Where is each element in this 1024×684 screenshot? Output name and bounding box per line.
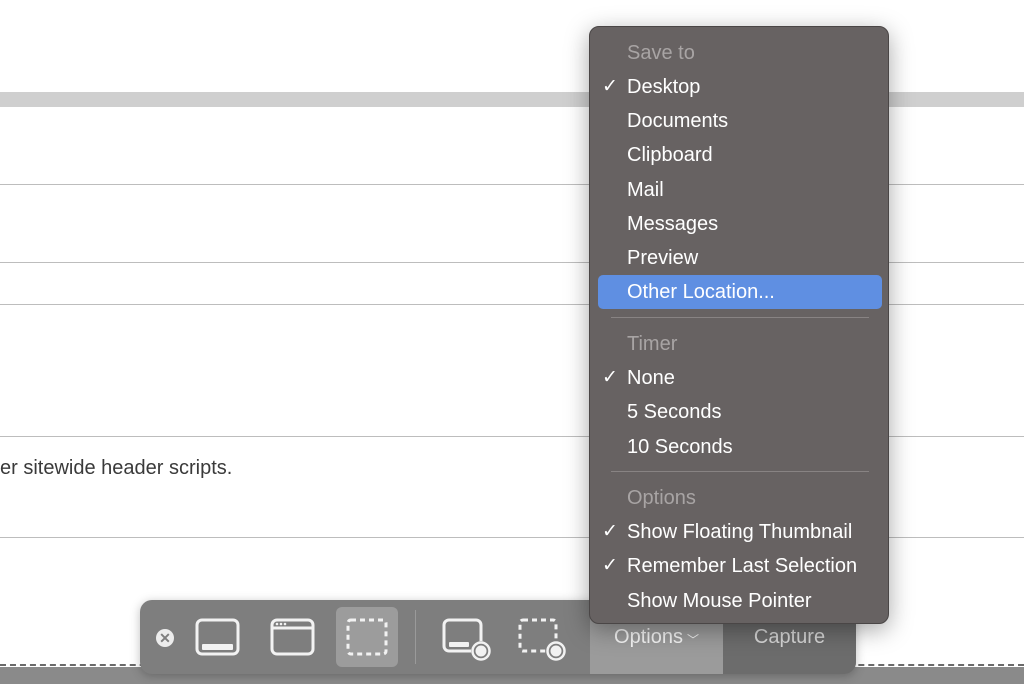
menu-item-desktop[interactable]: ✓ Desktop	[598, 70, 882, 104]
menu-item-timer-none[interactable]: ✓ None	[598, 361, 882, 395]
checkmark-icon: ✓	[602, 367, 618, 388]
capture-selection-icon	[346, 618, 388, 656]
menu-item-clipboard[interactable]: Clipboard	[598, 138, 882, 172]
menu-item-show-floating-thumbnail[interactable]: ✓ Show Floating Thumbnail	[598, 515, 882, 549]
record-screen-icon	[442, 618, 491, 661]
capture-selection-button[interactable]	[336, 607, 398, 667]
menu-header-timer: Timer	[627, 333, 678, 355]
menu-item-messages[interactable]: Messages	[598, 207, 882, 241]
checkmark-icon: ✓	[602, 555, 618, 576]
record-selection-button[interactable]	[509, 607, 571, 667]
capture-entire-screen-button[interactable]	[187, 607, 249, 667]
record-screen-button[interactable]	[434, 607, 496, 667]
menu-separator	[611, 317, 869, 318]
record-selection-icon	[518, 618, 566, 661]
chevron-down-icon: ﹀	[686, 632, 699, 647]
menu-item-preview[interactable]: Preview	[598, 241, 882, 275]
menu-separator	[611, 471, 869, 472]
menu-item-remember-last-selection[interactable]: ✓ Remember Last Selection	[598, 549, 882, 583]
options-menu: Save to ✓ Desktop Documents Clipboard Ma…	[589, 26, 889, 624]
options-label: Options	[614, 625, 683, 648]
menu-item-mail[interactable]: Mail	[598, 173, 882, 207]
menu-header-options: Options	[627, 487, 696, 509]
menu-item-timer-5-seconds[interactable]: 5 Seconds	[598, 395, 882, 429]
menu-item-timer-10-seconds[interactable]: 10 Seconds	[598, 430, 882, 464]
checkmark-icon: ✓	[602, 76, 618, 97]
close-icon[interactable]: ✕	[156, 629, 174, 647]
menu-header-save-to: Save to	[627, 42, 695, 64]
menu-item-show-mouse-pointer[interactable]: Show Mouse Pointer	[598, 584, 882, 618]
capture-label: Capture	[753, 625, 826, 648]
capture-window-icon	[270, 618, 315, 656]
capture-entire-screen-icon	[195, 618, 240, 656]
page-text: er sitewide header scripts.	[0, 457, 233, 479]
checkmark-icon: ✓	[602, 521, 618, 542]
menu-item-documents[interactable]: Documents	[598, 104, 882, 138]
menu-item-other-location[interactable]: Other Location...	[598, 275, 882, 309]
capture-window-button[interactable]	[262, 607, 324, 667]
toolbar-separator	[415, 610, 416, 664]
